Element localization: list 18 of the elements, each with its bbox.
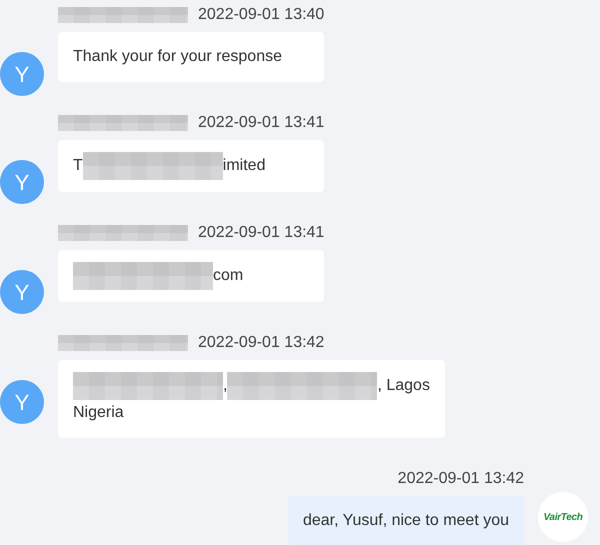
message-text: imited — [222, 156, 266, 176]
message-text: com — [213, 266, 244, 286]
message-text: , — [223, 376, 228, 396]
avatar: Y — [0, 270, 44, 314]
avatar: Y — [0, 52, 44, 96]
message-text: T — [73, 156, 83, 176]
timestamp: 2022-09-01 13:40 — [198, 5, 324, 25]
message-text: Nigeria — [73, 403, 125, 423]
avatar: Y — [0, 380, 44, 424]
timestamp: 2022-09-01 13:42 — [198, 333, 324, 353]
timestamp: 2022-09-01 13:42 — [398, 469, 524, 489]
timestamp: 2022-09-01 13:41 — [198, 113, 324, 133]
message-bubble: Thank your for your response — [58, 32, 324, 82]
avatar: Y — [0, 160, 44, 204]
message-text: , Lagos — [377, 376, 430, 396]
logo-avatar: VairTech — [538, 492, 588, 542]
message-bubble: dear, Yusuf, nice to meet you — [288, 496, 524, 545]
timestamp: 2022-09-01 13:41 — [198, 223, 324, 243]
